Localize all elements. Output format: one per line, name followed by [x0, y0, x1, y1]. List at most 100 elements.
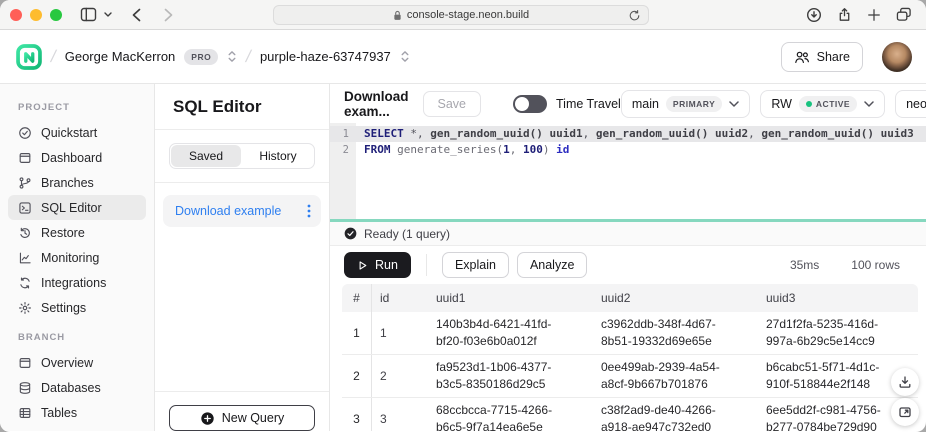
- cell-id: 1: [372, 326, 428, 340]
- sidebar: PROJECT Quickstart Dashboard: [0, 84, 155, 431]
- cell-uuid2: 0ee499ab-2939-4a54-a8cf-9b667b701876: [593, 355, 758, 397]
- databases-icon: [18, 381, 32, 395]
- results-table: # id uuid1 uuid2 uuid3 1 1 140b3b4d-6421…: [342, 284, 918, 431]
- column-header-uuid1[interactable]: uuid1: [428, 291, 593, 305]
- zoom-window-button[interactable]: [50, 9, 62, 21]
- status-text: Ready (1 query): [364, 227, 450, 241]
- plus-circle-icon: [200, 411, 215, 426]
- forward-button[interactable]: [156, 3, 180, 27]
- run-button[interactable]: Run: [344, 252, 411, 278]
- cell-id: 3: [372, 412, 428, 426]
- minimize-window-button[interactable]: [30, 9, 42, 21]
- results-table-header: # id uuid1 uuid2 uuid3: [342, 284, 918, 312]
- results-table-body: 1 1 140b3b4d-6421-41fd-bf20-f03e6b0a012f…: [342, 312, 918, 431]
- saved-query-label: Download example: [175, 204, 281, 218]
- query-actions: Run Explain Analyze 35ms 100 rows: [330, 246, 926, 284]
- sidebar-item-label: Tables: [41, 406, 77, 420]
- sidebar-item-label: Integrations: [41, 276, 106, 290]
- sql-editor-panel: SQL Editor Saved History Download exampl…: [155, 84, 330, 431]
- dashboard-icon: [18, 151, 32, 165]
- tab-overview-icon[interactable]: [892, 3, 916, 27]
- reload-icon[interactable]: [628, 9, 641, 25]
- time-travel-label: Time Travel: [556, 97, 621, 111]
- saved-queries-list: Download example: [155, 183, 329, 391]
- chevron-down-icon: [864, 101, 874, 107]
- sidebar-panel-icon[interactable]: [76, 3, 100, 27]
- column-header-id[interactable]: id: [372, 291, 428, 305]
- explain-button[interactable]: Explain: [442, 252, 509, 278]
- branches-icon: [18, 176, 32, 190]
- sidebar-item-quickstart[interactable]: Quickstart: [8, 120, 146, 145]
- saved-history-tabs: Saved History: [169, 143, 315, 169]
- sidebar-item-label: Quickstart: [41, 126, 97, 140]
- sidebar-item-sql-editor[interactable]: SQL Editor: [8, 195, 146, 220]
- branch-select[interactable]: main PRIMARY: [621, 90, 750, 118]
- save-button[interactable]: Save: [423, 91, 482, 117]
- query-title: Download exam...: [344, 89, 409, 119]
- new-query-button[interactable]: New Query: [169, 405, 315, 431]
- cell-uuid1: 68ccbcca-7715-4266-b6c5-9f7a14ea6e5e: [428, 398, 593, 431]
- column-header-uuid2[interactable]: uuid2: [593, 291, 758, 305]
- share-page-icon[interactable]: [832, 3, 856, 27]
- query-toolbar: Download exam... Save Time Travel main P…: [330, 84, 926, 123]
- new-tab-icon[interactable]: [862, 3, 886, 27]
- download-results-button[interactable]: [891, 368, 919, 396]
- monitoring-icon: [18, 251, 32, 265]
- breadcrumb-divider: /: [49, 47, 58, 67]
- chevron-down-icon[interactable]: [100, 3, 116, 27]
- active-badge: ACTIVE: [799, 96, 857, 112]
- sidebar-item-dashboard[interactable]: Dashboard: [8, 145, 146, 170]
- cell-index: 3: [342, 398, 372, 431]
- sidebar-item-restore[interactable]: Restore: [8, 220, 146, 245]
- check-circle-icon: [344, 227, 357, 240]
- share-button[interactable]: Share: [781, 42, 863, 72]
- browser-window: console-stage.neon.build: [0, 0, 926, 432]
- sql-code-editor[interactable]: 1 SELECT *, gen_random_uuid() uuid1, gen…: [330, 123, 926, 219]
- breadcrumb-project[interactable]: purple-haze-63747937: [260, 49, 391, 64]
- sidebar-item-databases[interactable]: Databases: [8, 375, 146, 400]
- table-row[interactable]: 2 2 fa9523d1-1b06-4377-b3c5-8350186d29c5…: [342, 355, 918, 398]
- line-code: FROM generate_series(1, 100) id: [356, 142, 569, 158]
- tab-history[interactable]: History: [243, 145, 313, 167]
- database-select[interactable]: neondb: [895, 90, 926, 118]
- sidebar-item-label: Settings: [41, 301, 86, 315]
- sidebar-item-branches[interactable]: Branches: [8, 170, 146, 195]
- sidebar-item-roles[interactable]: Roles: [8, 425, 146, 431]
- sidebar-item-label: Dashboard: [41, 151, 102, 165]
- row-count: 100 rows: [851, 258, 900, 272]
- downloads-icon[interactable]: [802, 3, 826, 27]
- quickstart-icon: [18, 126, 32, 140]
- plan-badge: PRO: [184, 49, 218, 65]
- neon-logo[interactable]: [16, 44, 42, 70]
- analyze-button[interactable]: Analyze: [517, 252, 587, 278]
- time-travel-toggle[interactable]: [513, 95, 547, 113]
- status-dot: [806, 101, 812, 107]
- table-row[interactable]: 1 1 140b3b4d-6421-41fd-bf20-f03e6b0a012f…: [342, 312, 918, 355]
- back-button[interactable]: [124, 3, 148, 27]
- sidebar-item-monitoring[interactable]: Monitoring: [8, 245, 146, 270]
- org-switcher-icon[interactable]: [227, 50, 237, 63]
- breadcrumb-org[interactable]: George MacKerron: [65, 49, 176, 64]
- cell-uuid1: 140b3b4d-6421-41fd-bf20-f03e6b0a012f: [428, 312, 593, 354]
- sidebar-item-settings[interactable]: Settings: [8, 295, 146, 320]
- user-avatar[interactable]: [882, 42, 912, 72]
- sidebar-item-integrations[interactable]: Integrations: [8, 270, 146, 295]
- table-row[interactable]: 3 3 68ccbcca-7715-4266-b6c5-9f7a14ea6e5e…: [342, 398, 918, 431]
- kebab-menu-icon[interactable]: [307, 204, 311, 218]
- compute-select[interactable]: RW ACTIVE: [760, 90, 885, 118]
- roles-icon: [18, 431, 32, 432]
- sidebar-item-overview[interactable]: Overview: [8, 350, 146, 375]
- project-switcher-icon[interactable]: [400, 50, 410, 63]
- app-header: / George MacKerron PRO / purple-haze-637…: [0, 30, 926, 84]
- column-header-uuid3[interactable]: uuid3: [758, 291, 918, 305]
- browser-chrome: console-stage.neon.build: [0, 0, 926, 30]
- line-code: SELECT *, gen_random_uuid() uuid1, gen_r…: [356, 126, 914, 142]
- browser-url-bar[interactable]: console-stage.neon.build: [273, 5, 649, 25]
- tab-saved[interactable]: Saved: [171, 145, 241, 167]
- close-window-button[interactable]: [10, 9, 22, 21]
- sql-editor-icon: [18, 201, 32, 215]
- sidebar-item-tables[interactable]: Tables: [8, 400, 146, 425]
- expand-results-button[interactable]: [891, 398, 919, 426]
- saved-query-item[interactable]: Download example: [163, 195, 321, 227]
- column-header-index[interactable]: #: [342, 284, 372, 312]
